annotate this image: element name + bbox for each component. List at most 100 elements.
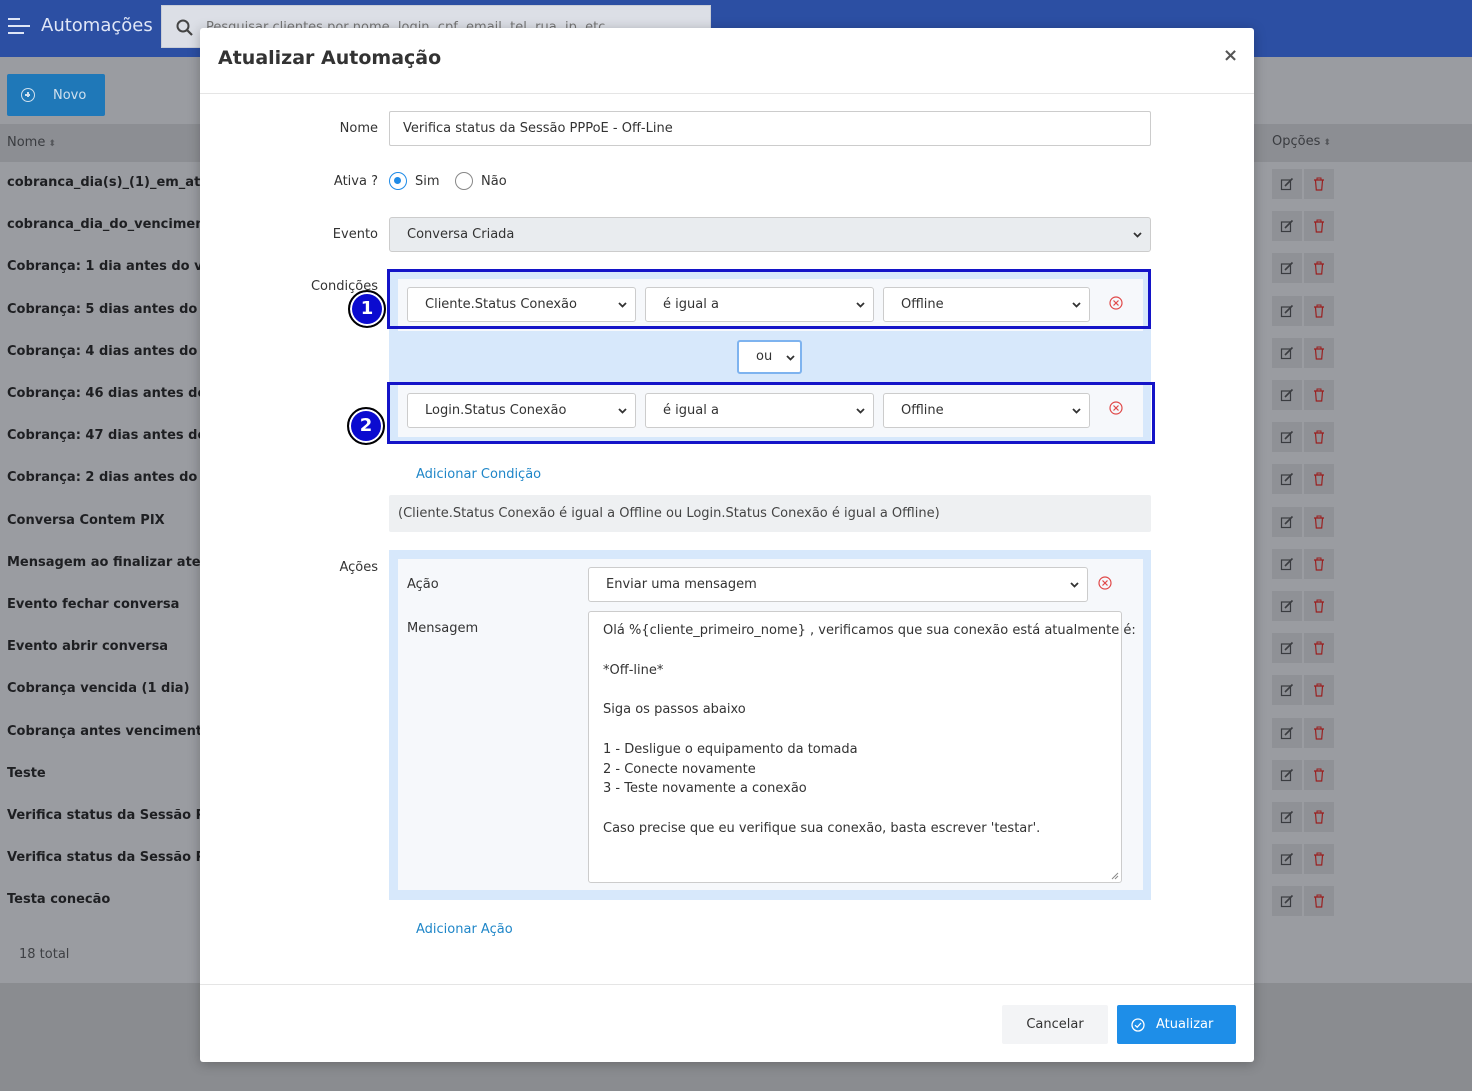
message-line: 2 - Conecte novamente	[603, 761, 756, 777]
edit-icon[interactable]	[1272, 759, 1302, 790]
name-label: Nome	[339, 121, 378, 136]
trash-icon[interactable]	[1304, 759, 1334, 790]
active-label: Ativa ?	[333, 174, 378, 189]
annotation-badge-2: 2	[347, 407, 385, 445]
trash-icon[interactable]	[1304, 380, 1334, 410]
edit-icon[interactable]	[1272, 591, 1302, 621]
modal-title: Atualizar Automação	[218, 47, 442, 69]
message-line	[603, 799, 1107, 819]
check-circle-icon	[1131, 1018, 1145, 1032]
hamburger-menu-icon[interactable]	[8, 18, 30, 34]
conditions-label: Condições	[310, 279, 378, 294]
update-button-label: Atualizar	[1156, 1017, 1214, 1032]
join-operator-value: ou	[756, 349, 773, 364]
trash-icon[interactable]	[1304, 633, 1334, 664]
total-count: 18 total	[19, 947, 70, 962]
edit-icon[interactable]	[1272, 380, 1302, 410]
message-line: 1 - Desligue o equipamento da tomada	[603, 741, 858, 757]
edit-icon[interactable]	[1272, 295, 1302, 326]
trash-icon[interactable]	[1304, 548, 1334, 579]
new-button[interactable]: Novo	[7, 74, 105, 116]
trash-icon[interactable]	[1304, 211, 1334, 242]
highlight-condition-2	[387, 382, 1155, 444]
trash-icon[interactable]	[1304, 717, 1334, 748]
trash-icon[interactable]	[1304, 886, 1334, 917]
message-line: 3 - Teste novamente a conexão	[603, 781, 807, 797]
message-line	[603, 641, 1107, 661]
trash-icon[interactable]	[1304, 675, 1334, 706]
message-textarea[interactable]: Olá %{cliente_primeiro_nome} , verificam…	[588, 611, 1136, 883]
message-line: Caso precise que eu verifique sua conexã…	[603, 820, 1041, 836]
row-name: Cobrança vencida (1 dia)	[7, 681, 190, 697]
column-header-options[interactable]: Opções ⬍	[1272, 134, 1331, 149]
row-name: Evento fechar conversa	[7, 597, 180, 612]
join-operator-select[interactable]: ou	[737, 340, 802, 374]
edit-icon[interactable]	[1272, 253, 1302, 284]
message-line: Olá %{cliente_primeiro_nome} , verificam…	[603, 623, 1136, 638]
edit-icon[interactable]	[1272, 844, 1302, 875]
chevron-down-icon	[786, 355, 795, 361]
add-condition-link[interactable]: Adicionar Condição	[416, 467, 541, 482]
action-select[interactable]: Enviar uma mensagem	[588, 567, 1088, 602]
row-name: Teste	[7, 765, 46, 781]
edit-icon[interactable]	[1272, 675, 1302, 706]
active-no-radio[interactable]	[455, 172, 473, 190]
event-label: Evento	[332, 227, 378, 242]
highlight-condition-1	[387, 269, 1151, 329]
app-title: Automações	[41, 15, 153, 36]
event-select-value: Conversa Criada	[407, 227, 515, 242]
column-header-name[interactable]: Nome ⬍	[7, 135, 56, 150]
edit-icon[interactable]	[1272, 802, 1302, 832]
chevron-down-icon	[1070, 582, 1079, 588]
message-line	[603, 720, 1107, 740]
action-label: Ação	[407, 577, 439, 592]
update-button[interactable]: Atualizar	[1117, 1005, 1236, 1044]
edit-icon[interactable]	[1272, 211, 1302, 242]
edit-icon[interactable]	[1272, 886, 1302, 917]
column-header-options-label: Opções	[1272, 134, 1321, 149]
search-icon	[176, 19, 193, 36]
sort-icon: ⬍	[48, 139, 56, 149]
active-yes-radio[interactable]	[389, 172, 407, 190]
active-yes-label[interactable]: Sim	[415, 174, 440, 189]
modal-footer: Cancelar Atualizar	[200, 984, 1254, 1062]
edit-icon[interactable]	[1272, 422, 1302, 453]
update-automation-modal: Atualizar Automação × Nome Ativa ? Sim N…	[200, 28, 1254, 1062]
column-header-name-label: Nome	[7, 135, 46, 150]
edit-icon[interactable]	[1272, 633, 1302, 664]
trash-icon[interactable]	[1304, 253, 1334, 284]
edit-icon[interactable]	[1272, 337, 1302, 368]
trash-icon[interactable]	[1304, 169, 1334, 199]
trash-icon[interactable]	[1304, 337, 1334, 368]
trash-icon[interactable]	[1304, 802, 1334, 832]
remove-action-icon[interactable]	[1098, 576, 1112, 590]
close-icon[interactable]: ×	[1223, 45, 1238, 66]
edit-icon[interactable]	[1272, 717, 1302, 748]
modal-header: Atualizar Automação ×	[200, 28, 1254, 94]
condition-expression: (Cliente.Status Conexão é igual a Offlin…	[389, 495, 1151, 532]
event-select[interactable]: Conversa Criada	[389, 217, 1151, 252]
add-action-link[interactable]: Adicionar Ação	[416, 922, 513, 937]
plus-circle-icon	[21, 88, 35, 102]
message-label: Mensagem	[407, 621, 479, 636]
row-name: cobranca_dia(s)_(1)_em_atraso	[7, 175, 233, 190]
edit-icon[interactable]	[1272, 548, 1302, 579]
edit-icon[interactable]	[1272, 506, 1302, 537]
row-name: Conversa Contem PIX	[7, 512, 165, 528]
message-line	[603, 680, 1107, 700]
active-no-label[interactable]: Não	[481, 174, 507, 189]
trash-icon[interactable]	[1304, 464, 1334, 495]
name-input[interactable]	[389, 111, 1151, 146]
trash-icon[interactable]	[1304, 844, 1334, 875]
edit-icon[interactable]	[1272, 464, 1302, 495]
resize-grip-icon[interactable]	[1111, 872, 1119, 880]
row-name: Evento abrir conversa	[7, 639, 169, 655]
edit-icon[interactable]	[1272, 169, 1302, 199]
cancel-button[interactable]: Cancelar	[1002, 1005, 1108, 1044]
actions-label: Ações	[339, 560, 378, 575]
row-name: cobranca_dia_do_vencimento	[7, 217, 220, 233]
trash-icon[interactable]	[1304, 295, 1334, 326]
trash-icon[interactable]	[1304, 591, 1334, 621]
trash-icon[interactable]	[1304, 506, 1334, 537]
trash-icon[interactable]	[1304, 422, 1334, 453]
